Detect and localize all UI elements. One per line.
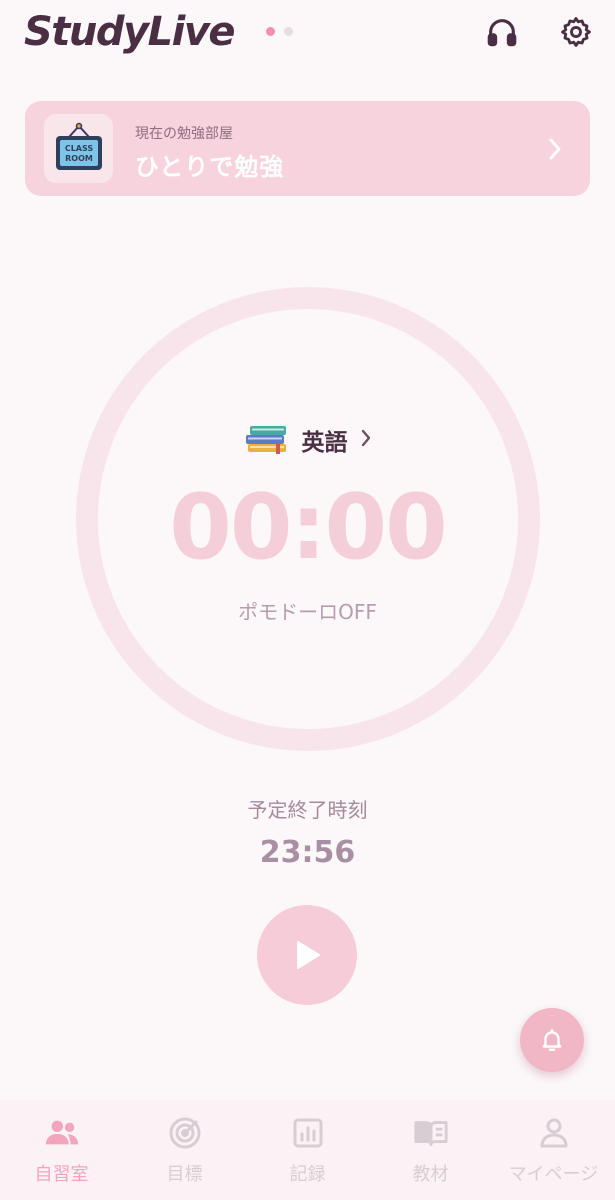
bell-icon [542,1029,562,1051]
bottom-nav: 自習室 目標 記録 教材 マイページ [0,1100,615,1200]
target-icon [167,1116,203,1150]
end-time-value: 23:56 [259,835,356,870]
timer-display: 00:00 [169,475,447,580]
play-button[interactable] [257,905,357,1005]
nav-label: 目標 [166,1164,203,1185]
books-icon [244,422,290,458]
nav-item-goals[interactable]: 目標 [123,1100,246,1200]
chevron-right-icon [360,429,372,451]
current-room-card[interactable]: CLASS ROOM 現在の勉強部屋 ひとりで勉強 [25,101,590,196]
headphones-icon [487,19,517,47]
room-title: ひとりで勉強 [135,153,285,181]
headphones-button[interactable] [484,14,520,50]
page-dot-1[interactable] [266,27,275,36]
nav-item-records[interactable]: 記録 [246,1100,369,1200]
nav-label: 記録 [289,1164,326,1185]
play-icon [297,941,320,969]
subject-label: 英語 [301,430,348,456]
page-dot-2[interactable] [284,27,293,36]
app-root: StudyLive CLASS ROOM 現在の勉強部屋 ひとりで勉強 英語 0… [0,0,615,1200]
end-time-label: 予定終了時刻 [247,798,368,822]
gear-icon [561,17,591,47]
nav-item-mypage[interactable]: マイページ [492,1100,615,1200]
pomodoro-status[interactable]: ポモドーロOFF [0,596,615,625]
svg-text:CLASS: CLASS [64,144,93,153]
subject-selector[interactable]: 英語 [0,420,615,460]
person-icon [536,1116,572,1150]
room-subtitle: 現在の勉強部屋 [135,126,233,142]
svg-text:ROOM: ROOM [65,154,93,163]
book-icon [413,1116,449,1150]
settings-button[interactable] [558,14,594,50]
classroom-sign-icon: CLASS ROOM [44,114,113,183]
nav-label: 自習室 [34,1164,89,1185]
nav-label: 教材 [412,1164,449,1185]
page-indicator [266,27,293,36]
nav-item-study-room[interactable]: 自習室 [0,1100,123,1200]
app-logo: StudyLive [24,9,236,55]
header: StudyLive [0,0,615,72]
nav-item-materials[interactable]: 教材 [369,1100,492,1200]
nav-label: マイページ [508,1164,599,1185]
users-icon [44,1116,80,1150]
chevron-right-icon [548,137,562,165]
notification-button[interactable] [520,1008,584,1072]
chart-icon [290,1116,326,1150]
